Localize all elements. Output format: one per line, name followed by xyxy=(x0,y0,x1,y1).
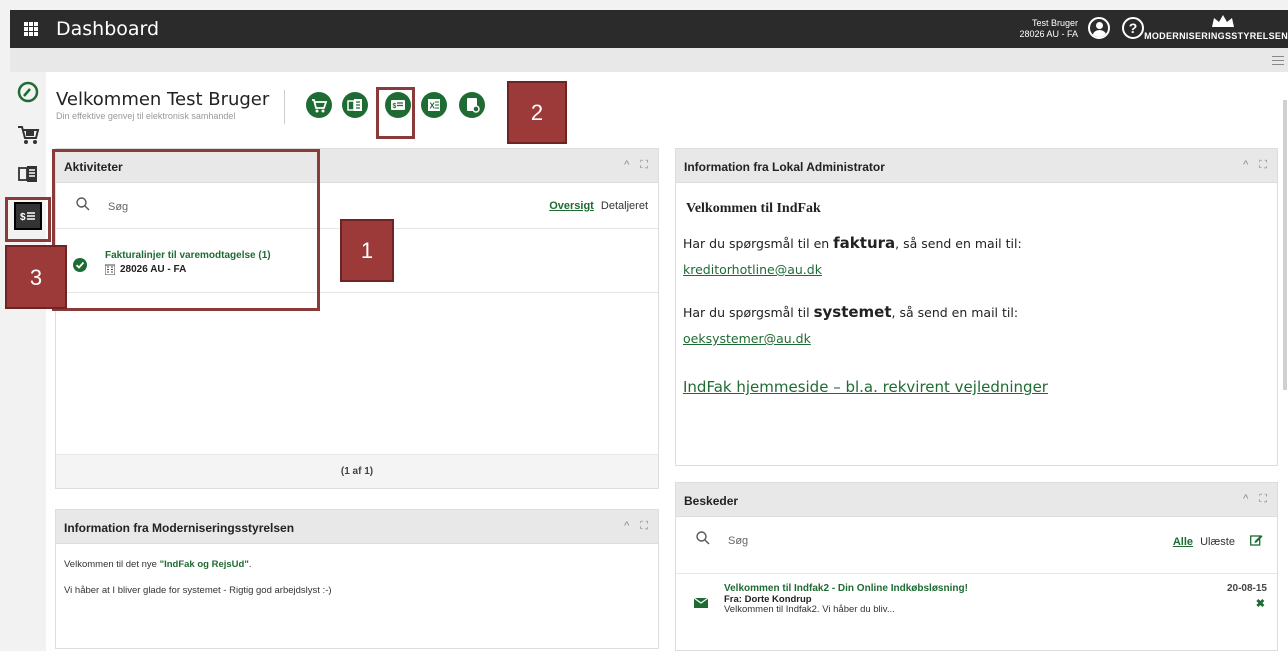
document-icon xyxy=(467,98,480,113)
svg-text:X: X xyxy=(430,102,436,111)
quick-excel-button[interactable]: X xyxy=(421,92,447,118)
dashboard-icon xyxy=(17,81,39,103)
quick-document-button[interactable] xyxy=(459,92,485,118)
annotation-label-3: 3 xyxy=(5,245,67,309)
scrollbar[interactable] xyxy=(1283,100,1287,390)
brand-logo: MODERNISERINGSSTYRELSEN xyxy=(1144,14,1288,44)
admin-info-body: Velkommen til IndFak Har du spørgsmål ti… xyxy=(676,183,1277,426)
nav-invoice[interactable] xyxy=(14,160,42,188)
filter-all-link[interactable]: Alle xyxy=(1173,536,1193,548)
divider xyxy=(284,90,285,124)
modst-info-header: Information fra Moderniseringsstyrelsen … xyxy=(56,510,658,544)
top-bar: Dashboard Test Bruger 28026 AU - FA ? MO… xyxy=(10,10,1288,48)
annotation-label-1: 1 xyxy=(340,219,394,282)
welcome-subtitle: Din effektive genvej til elektronisk sam… xyxy=(56,111,236,121)
panel-controls[interactable]: ^ ⛶ xyxy=(1243,159,1271,172)
admin-line2-pre: Har du spørgsmål til xyxy=(683,305,814,320)
messages-header: Beskeder ^ ⛶ xyxy=(676,483,1277,517)
modst-line1-pre: Velkommen til det nye xyxy=(64,559,160,570)
cart-icon xyxy=(312,99,328,113)
quick-invoice-button[interactable] xyxy=(342,92,368,118)
email-link-kreditor[interactable]: kreditorhotline@au.dk xyxy=(683,262,822,277)
panel-controls[interactable]: ^ ⛶ xyxy=(624,159,652,172)
annotation-label-2: 2 xyxy=(507,81,567,144)
modst-line2: Vi håber at I bliver glade for systemet … xyxy=(64,585,332,596)
search-icon[interactable] xyxy=(696,531,710,545)
crown-icon xyxy=(1212,15,1234,27)
compose-icon[interactable] xyxy=(1250,534,1263,546)
user-name: Test Bruger xyxy=(1031,18,1078,28)
message-subject[interactable]: Velkommen til Indfak2 - Din Online Indkø… xyxy=(724,583,968,594)
page-title: Dashboard xyxy=(56,18,160,40)
message-item[interactable]: Velkommen til Indfak2 - Din Online Indkø… xyxy=(676,573,1277,625)
invoice-icon xyxy=(18,166,37,182)
email-link-systemer[interactable]: oeksystemer@au.dk xyxy=(683,331,811,346)
message-date: 20-08-15 xyxy=(1226,583,1267,594)
view-detail-link[interactable]: Detaljeret xyxy=(601,200,648,212)
sub-bar xyxy=(10,48,1288,72)
panel-controls[interactable]: ^ ⛶ xyxy=(624,520,652,533)
messages-search: Søg Alle Ulæste xyxy=(676,517,1277,563)
admin-line1-bold: faktura xyxy=(833,234,896,252)
help-icon[interactable]: ? xyxy=(1122,17,1144,39)
homepage-link[interactable]: IndFak hjemmeside – bl.a. rekvirent vejl… xyxy=(683,378,1048,396)
app-grid-icon[interactable] xyxy=(24,22,38,36)
modst-info-panel: Information fra Moderniseringsstyrelsen … xyxy=(55,509,659,649)
admin-info-title: Information fra Lokal Administrator xyxy=(684,160,885,174)
search-input[interactable]: Søg xyxy=(728,535,748,547)
excel-icon: X xyxy=(428,99,440,111)
brand-name: MODERNISERINGSSTYRELSEN xyxy=(1144,31,1288,41)
view-overview-link[interactable]: Oversigt xyxy=(549,200,594,212)
filter-unread-link[interactable]: Ulæste xyxy=(1200,536,1235,548)
messages-panel: Beskeder ^ ⛶ Søg Alle Ulæste Velkommen t… xyxy=(675,482,1278,651)
admin-info-panel: Information fra Lokal Administrator ^ ⛶ … xyxy=(675,148,1278,466)
messages-title: Beskeder xyxy=(684,494,739,508)
admin-line1-post: , så send en mail til: xyxy=(895,236,1022,251)
modst-line1-post: . xyxy=(248,559,252,570)
user-info[interactable]: Test Bruger 28026 AU - FA xyxy=(1019,18,1078,40)
modst-line1-quote: "IndFak og RejsUd" xyxy=(159,559,249,570)
annotation-box-payment-button xyxy=(376,87,415,139)
left-nav: $ xyxy=(10,72,46,651)
menu-icon[interactable] xyxy=(1272,56,1284,68)
delete-message-icon[interactable]: ✖ xyxy=(1256,597,1265,610)
user-unit: 28026 AU - FA xyxy=(1019,29,1078,39)
pager: (1 af 1) xyxy=(56,454,658,488)
quick-cart-button[interactable] xyxy=(306,92,332,118)
nav-cart[interactable] xyxy=(14,120,42,148)
modst-info-title: Information fra Moderniseringsstyrelsen xyxy=(64,521,295,535)
nav-dashboard[interactable] xyxy=(14,78,42,106)
admin-line2-post: , så send en mail til: xyxy=(891,305,1019,320)
cart-icon xyxy=(18,126,40,144)
admin-info-header: Information fra Lokal Administrator ^ ⛶ xyxy=(676,149,1277,183)
admin-line1-pre: Har du spørgsmål til en xyxy=(683,236,834,251)
invoice-icon xyxy=(347,99,362,111)
message-preview: Velkommen til Indfak2. Vi håber du bliv.… xyxy=(724,604,895,615)
user-profile-icon[interactable] xyxy=(1088,17,1110,39)
envelope-icon xyxy=(694,598,708,608)
annotation-box-activities xyxy=(52,149,320,311)
admin-welcome: Velkommen til IndFak xyxy=(686,201,821,216)
annotation-box-nav-payment xyxy=(5,197,51,242)
admin-line2-bold: systemet xyxy=(813,303,892,321)
welcome-title: Velkommen Test Bruger xyxy=(56,89,270,110)
panel-controls[interactable]: ^ ⛶ xyxy=(1243,493,1271,506)
